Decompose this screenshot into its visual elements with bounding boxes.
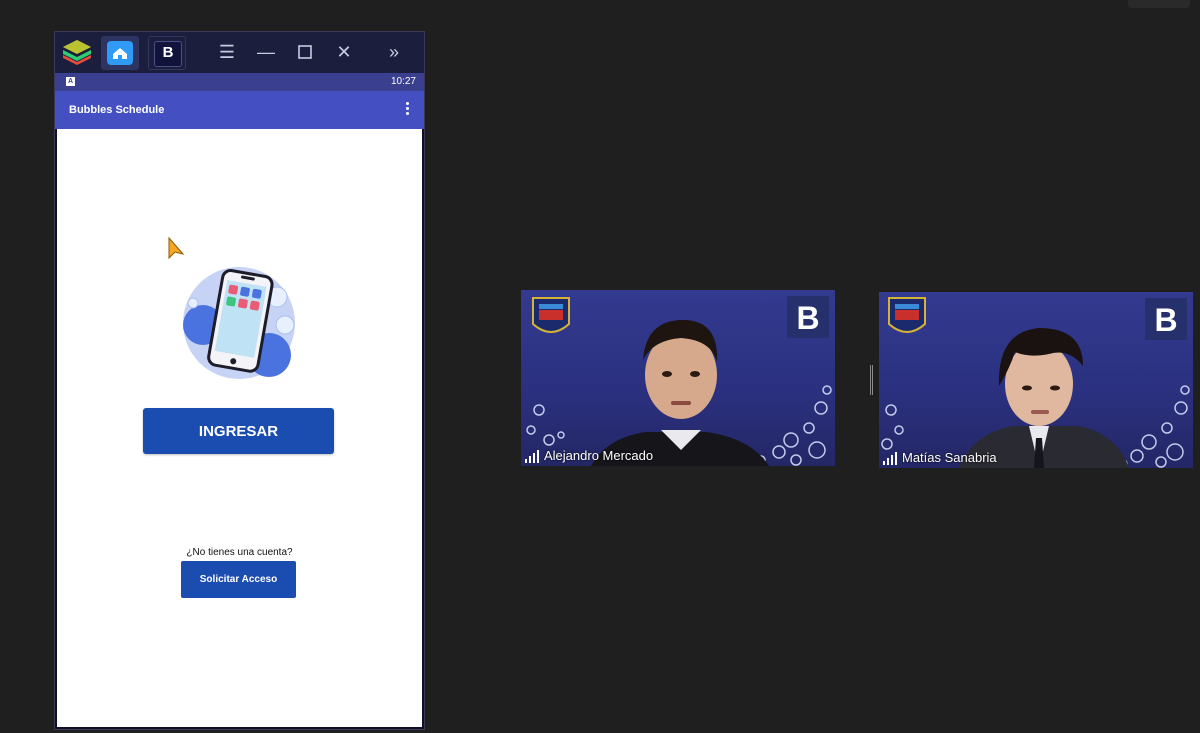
svg-text:B: B <box>796 300 819 336</box>
tile-resize-handle[interactable] <box>870 365 873 395</box>
phone-illustration-icon <box>183 267 295 379</box>
status-time: 10:27 <box>390 76 416 87</box>
home-tab[interactable] <box>101 36 139 70</box>
video-tile-participant-1[interactable]: B Alejandro Mercado <box>521 290 835 466</box>
menu-icon[interactable]: ☰ <box>215 40 239 64</box>
ingresar-button[interactable]: INGRESAR <box>143 408 334 454</box>
emulator-window: B ☰ — ✕ » A 10:27 Bubbles Schedule INGRE… <box>54 31 425 730</box>
participant-name-tag-2: Matías Sanabria <box>883 450 997 465</box>
app-title: Bubbles Schedule <box>69 104 165 116</box>
request-access-button[interactable]: Solicitar Acceso <box>181 561 296 598</box>
expand-sidebar-icon[interactable]: » <box>382 40 406 64</box>
signal-strength-icon <box>525 450 539 463</box>
mouse-cursor-icon <box>168 236 185 260</box>
app-tab[interactable]: B <box>148 36 186 70</box>
svg-text:B: B <box>1154 302 1177 338</box>
app-bar: Bubbles Schedule <box>55 91 424 129</box>
notification-icon: A <box>66 77 75 86</box>
close-icon[interactable]: ✕ <box>332 40 356 64</box>
participant-video-1: B <box>526 296 832 466</box>
login-screen: INGRESAR ¿No tienes una cuenta? Solicita… <box>57 129 422 727</box>
participant-name: Matías Sanabria <box>902 450 997 465</box>
minimize-icon[interactable]: — <box>254 40 278 64</box>
brand-b-logo-icon: B <box>1145 298 1187 340</box>
school-crest-icon <box>888 297 926 333</box>
no-account-text: ¿No tienes una cuenta? <box>186 547 293 558</box>
signal-strength-icon <box>883 452 897 465</box>
maximize-icon[interactable] <box>293 40 317 64</box>
home-icon <box>107 41 133 65</box>
participant-video-2: B <box>881 297 1190 468</box>
participant-name: Alejandro Mercado <box>544 448 654 463</box>
school-crest-icon <box>532 297 570 333</box>
overflow-menu-icon[interactable] <box>406 102 410 118</box>
app-tab-icon: B <box>154 41 182 67</box>
video-tile-participant-2[interactable]: B Matías Sanabria <box>879 292 1193 468</box>
brand-b-logo-icon: B <box>787 296 829 338</box>
emulator-logo-icon <box>63 40 91 65</box>
emulator-title-bar: B ☰ — ✕ » <box>55 32 424 73</box>
corner-tab <box>1128 0 1190 8</box>
android-status-bar: A 10:27 <box>55 73 424 91</box>
participant-name-tag-1: Alejandro Mercado <box>525 448 653 463</box>
